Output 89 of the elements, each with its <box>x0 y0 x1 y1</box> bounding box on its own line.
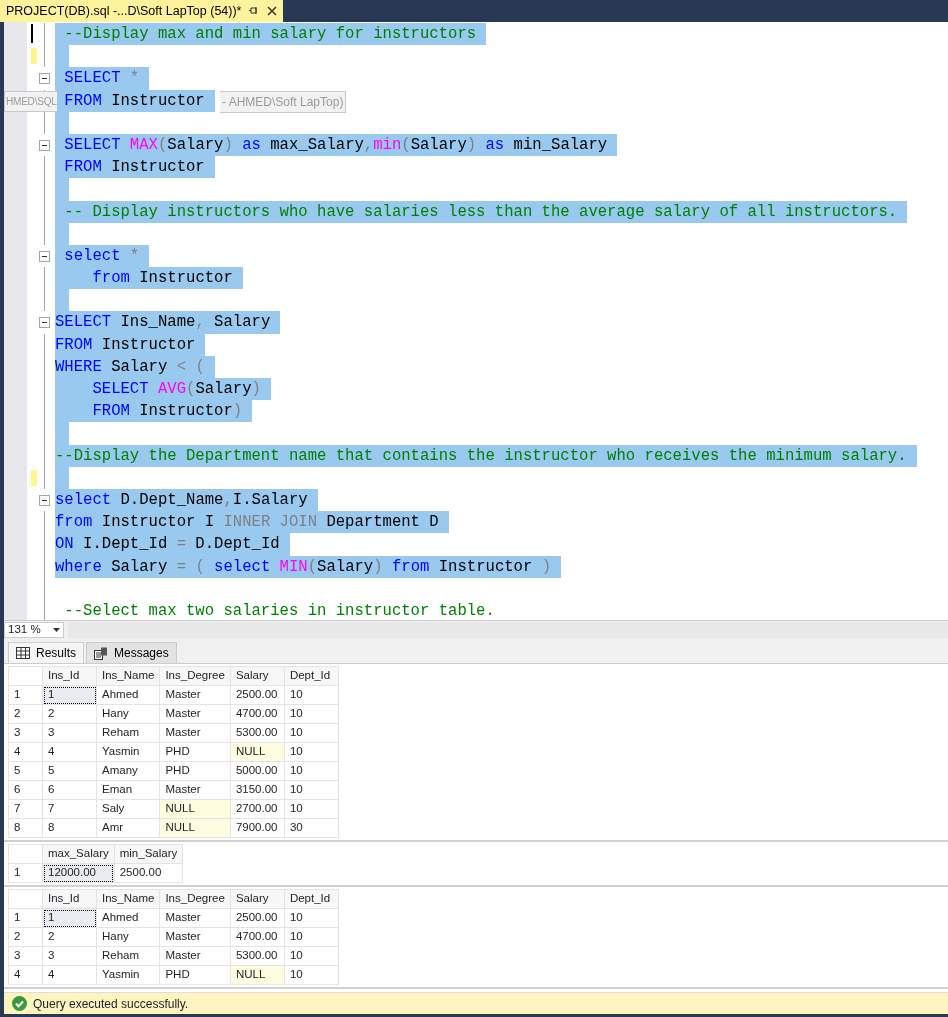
table-cell[interactable]: 2 <box>42 704 97 724</box>
column-header[interactable]: min_Salary <box>114 844 183 864</box>
column-header[interactable]: Salary <box>230 889 285 909</box>
table-cell[interactable]: 5300.00 <box>230 946 285 966</box>
table-cell[interactable]: 10 <box>284 908 339 928</box>
collapse-icon[interactable] <box>39 139 50 151</box>
table-cell[interactable]: Yasmin <box>96 965 160 985</box>
table-cell[interactable]: 10 <box>284 742 339 762</box>
table-cell[interactable]: 3 <box>42 723 97 743</box>
results-tab[interactable]: Results <box>8 642 84 663</box>
column-header[interactable]: Dept_Id <box>284 666 339 686</box>
table-cell[interactable]: Hany <box>96 704 160 724</box>
table-cell[interactable]: Master <box>159 927 231 947</box>
table-cell[interactable]: 4700.00 <box>230 704 285 724</box>
column-header[interactable]: Ins_Id <box>42 889 97 909</box>
table-cell[interactable]: 3 <box>42 946 97 966</box>
table-cell[interactable]: 5300.00 <box>230 723 285 743</box>
table-cell[interactable]: 4 <box>42 742 97 762</box>
column-header[interactable]: Ins_Id <box>42 666 97 686</box>
table-cell[interactable]: 10 <box>284 946 339 966</box>
table-cell[interactable]: 2500.00 <box>230 908 285 928</box>
table-cell[interactable]: Yasmin <box>96 742 160 762</box>
table-cell[interactable]: Saly <box>96 799 160 819</box>
caret-icon <box>53 627 60 632</box>
table-cell[interactable]: Master <box>159 908 231 928</box>
tooltip: - AHMED\Soft LapTop) <box>220 91 347 113</box>
table-cell[interactable]: 2700.00 <box>230 799 285 819</box>
table-cell[interactable]: 6 <box>42 780 97 800</box>
table-cell[interactable]: 10 <box>284 780 339 800</box>
column-header[interactable]: Dept_Id <box>284 889 339 909</box>
table-cell[interactable]: 2 <box>42 927 97 947</box>
table-cell[interactable]: 10 <box>284 761 339 781</box>
table-cell[interactable]: Ahmed <box>96 685 160 705</box>
results-tab[interactable]: Messages <box>86 642 177 663</box>
table-cell[interactable]: 7900.00 <box>230 818 285 838</box>
code-line: --Select max two salaries in instructor table. <box>63 600 496 620</box>
collapse-icon[interactable] <box>39 73 50 85</box>
close-icon[interactable] <box>267 6 278 16</box>
document-icon <box>94 646 108 660</box>
table-cell[interactable]: 30 <box>284 818 339 838</box>
table-cell[interactable]: Amr <box>96 818 160 838</box>
column-header[interactable]: Ins_Degree <box>159 889 231 909</box>
collapse-icon[interactable] <box>39 250 50 262</box>
table-cell[interactable]: 10 <box>284 723 339 743</box>
table-cell[interactable]: 5 <box>42 761 97 781</box>
table-cell[interactable]: 4700.00 <box>230 927 285 947</box>
table-cell[interactable]: 2500.00 <box>114 863 183 883</box>
table-cell[interactable]: Master <box>159 780 231 800</box>
table-cell[interactable]: Master <box>159 704 231 724</box>
table-cell[interactable]: 7 <box>42 799 97 819</box>
zoom-dropdown[interactable]: 131 % <box>4 621 64 638</box>
grid-icon <box>16 647 30 659</box>
table-cell[interactable]: Master <box>159 946 231 966</box>
table-cell[interactable]: 10 <box>284 927 339 947</box>
table-cell[interactable]: Master <box>159 685 231 705</box>
tooltip: HMED\SQL <box>4 91 57 112</box>
table-cell[interactable]: Ahmed <box>96 908 160 928</box>
table-cell[interactable]: 8 <box>42 818 97 838</box>
table-cell[interactable]: 5000.00 <box>230 761 285 781</box>
column-header[interactable]: Ins_Name <box>96 889 160 909</box>
table-cell[interactable]: Reham <box>96 723 160 743</box>
table-cell[interactable]: Hany <box>96 927 160 947</box>
status-message: Query executed successfully. <box>33 995 189 1013</box>
column-header[interactable]: Salary <box>230 666 285 686</box>
column-header[interactable]: max_Salary <box>42 844 115 864</box>
table-cell[interactable]: Eman <box>96 780 160 800</box>
table-cell[interactable]: 10 <box>284 799 339 819</box>
table-cell[interactable]: 3150.00 <box>230 780 285 800</box>
pin-icon[interactable] <box>249 6 260 16</box>
column-header[interactable]: Ins_Degree <box>159 666 231 686</box>
table-cell[interactable]: 10 <box>284 704 339 724</box>
table-cell[interactable]: Amany <box>96 761 160 781</box>
table-cell[interactable]: 10 <box>284 685 339 705</box>
table-cell[interactable]: 2500.00 <box>230 685 285 705</box>
document-tab[interactable]: PROJECT(DB).sql -...D\Soft LapTop (54))* <box>0 0 284 22</box>
table-cell[interactable]: PHD <box>159 742 231 762</box>
table-cell[interactable]: PHD <box>159 761 231 781</box>
tab-title: PROJECT(DB).sql -...D\Soft LapTop (54))* <box>6 2 242 20</box>
table-cell[interactable]: Master <box>159 723 231 743</box>
column-header[interactable]: Ins_Name <box>96 666 160 686</box>
scrollbar[interactable] <box>68 621 948 638</box>
table-cell[interactable]: PHD <box>159 965 231 985</box>
collapse-icon[interactable] <box>39 317 50 329</box>
text-cursor <box>31 24 33 43</box>
table-cell[interactable]: 4 <box>42 965 97 985</box>
collapse-icon[interactable] <box>39 494 50 506</box>
table-cell[interactable]: Reham <box>96 946 160 966</box>
check-circle-icon <box>12 996 27 1011</box>
table-cell[interactable]: 10 <box>284 965 339 985</box>
